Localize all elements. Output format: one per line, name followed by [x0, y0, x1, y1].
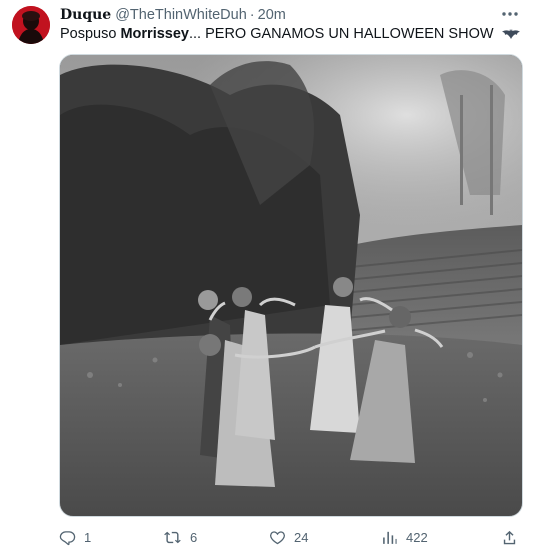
views-count: 422 — [406, 529, 428, 545]
bat-icon — [501, 29, 520, 39]
retweet-button[interactable]: 6 — [163, 526, 197, 548]
user-handle[interactable]: @TheThinWhiteDuh — [115, 7, 247, 23]
share-button[interactable] — [501, 526, 526, 548]
tweet-text-bold: Morrissey — [120, 26, 189, 42]
reply-button[interactable]: 1 — [59, 526, 91, 548]
separator-dot: · — [249, 7, 255, 23]
tweet-actions: 1 6 24 422 — [59, 526, 521, 548]
tweet-text-part: ... PERO GANAMOS UN HALLOWEEN SHOW — [188, 26, 494, 42]
tweet-text-part: Pospuso — [60, 26, 121, 42]
tweet-text: Pospuso Morrissey... PERO GANAMOS UN HAL… — [60, 26, 520, 42]
vintage-photo-image — [60, 55, 522, 516]
tweet-header: Duque @TheThinWhiteDuh · 20m — [60, 6, 286, 24]
timestamp[interactable]: 20m — [258, 7, 286, 23]
more-options-button[interactable] — [499, 4, 521, 24]
reply-count: 1 — [84, 529, 92, 545]
share-icon — [503, 530, 516, 544]
reply-icon — [59, 530, 76, 545]
avatar-image — [12, 6, 50, 44]
more-icon — [502, 12, 518, 16]
retweet-icon — [164, 531, 181, 543]
like-count: 24 — [294, 529, 309, 545]
tweet[interactable]: Duque @TheThinWhiteDuh · 20m Pospuso Mor… — [0, 0, 535, 552]
tweet-photo[interactable] — [59, 54, 523, 517]
display-name[interactable]: Duque — [60, 7, 111, 23]
avatar[interactable] — [12, 6, 50, 44]
heart-icon — [270, 530, 285, 544]
analytics-icon — [383, 531, 397, 544]
views-button[interactable]: 422 — [381, 526, 428, 548]
like-button[interactable]: 24 — [269, 526, 308, 548]
retweet-count: 6 — [190, 529, 198, 545]
